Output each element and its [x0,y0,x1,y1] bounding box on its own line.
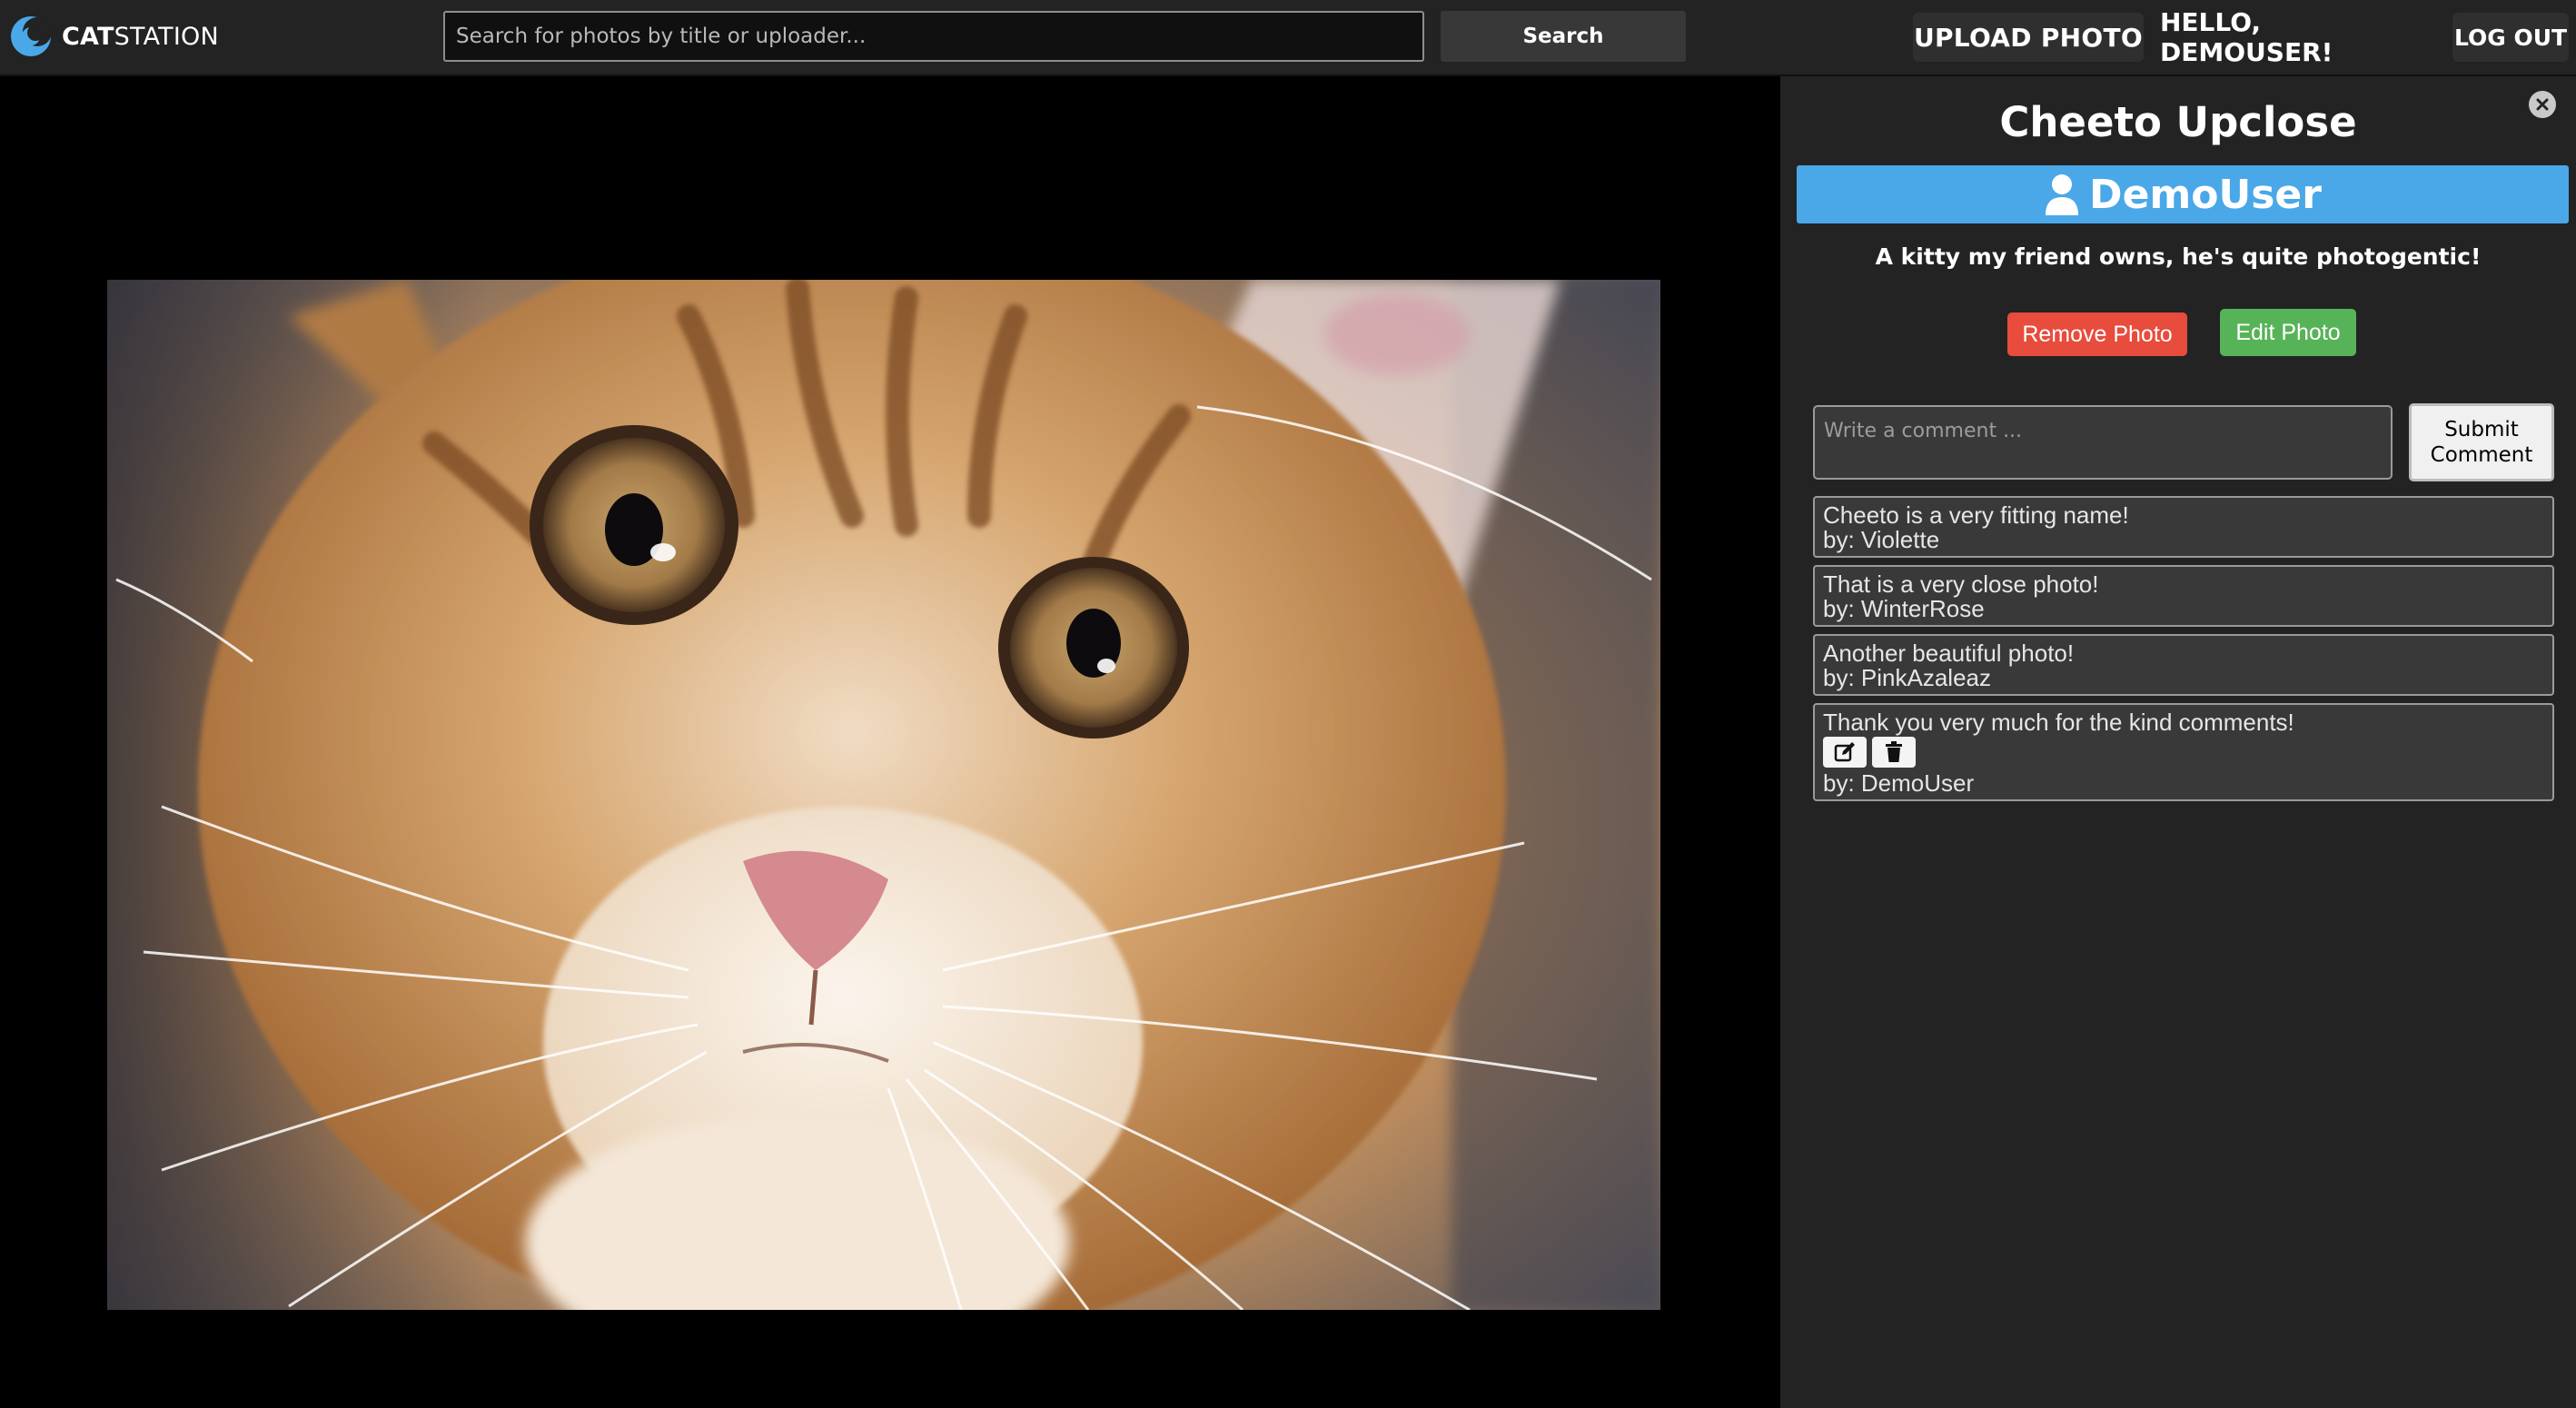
edit-comment-button[interactable] [1823,737,1867,768]
user-icon [2046,174,2079,215]
search-input[interactable] [443,11,1424,62]
comment-author: by: PinkAzaleaz [1823,664,1991,691]
comment-text: That is a very close photo! [1823,570,2099,598]
submit-comment-button[interactable]: Submit Comment [2409,403,2554,481]
photo-viewer [0,76,1780,1408]
user-greeting: HELLO, DEMOUSER! [2160,7,2333,67]
uploader-link[interactable]: DemoUser [1797,165,2569,223]
comment-author: by: DemoUser [1823,769,1975,797]
photo-details-panel: Cheeto Upclose DemoUser A kitty my frien… [1780,76,2576,1408]
logo[interactable]: CATSTATION [9,13,219,60]
comment-text: Another beautiful photo! [1823,640,2075,667]
comment-text: Thank you very much for the kind comment… [1823,709,2294,736]
comment-author: by: Violette [1823,526,1940,553]
logo-text: CATSTATION [62,22,219,51]
comment-item: Thank you very much for the kind comment… [1813,703,2554,801]
comment-item: That is a very close photo! by: WinterRo… [1813,565,2554,627]
remove-photo-button[interactable]: Remove Photo [2007,312,2187,356]
cat-photo [107,280,1660,1310]
delete-comment-button[interactable] [1872,737,1916,768]
top-navbar: CATSTATION Search UPLOAD PHOTO HELLO, DE… [0,0,2576,76]
comments-list: Cheeto is a very fitting name! by: Viole… [1813,496,2554,808]
comment-actions [1823,737,2544,768]
comment-author: by: WinterRose [1823,595,1985,622]
uploader-name: DemoUser [2089,171,2322,218]
comment-item: Cheeto is a very fitting name! by: Viole… [1813,496,2554,558]
logout-button[interactable]: LOG OUT [2452,13,2569,62]
comment-text: Cheeto is a very fitting name! [1823,501,2129,529]
edit-icon [1834,742,1855,762]
photo-title: Cheeto Upclose [1999,98,2357,146]
catstation-logo-icon [11,16,52,56]
trash-icon [1886,741,1902,762]
comment-input[interactable] [1813,405,2393,480]
edit-photo-button[interactable]: Edit Photo [2220,309,2356,356]
photo-description: A kitty my friend owns, he's quite photo… [1875,243,2482,270]
search-button[interactable]: Search [1441,11,1686,62]
upload-photo-button[interactable]: UPLOAD PHOTO [1913,13,2144,62]
comment-item: Another beautiful photo! by: PinkAzaleaz [1813,634,2554,696]
